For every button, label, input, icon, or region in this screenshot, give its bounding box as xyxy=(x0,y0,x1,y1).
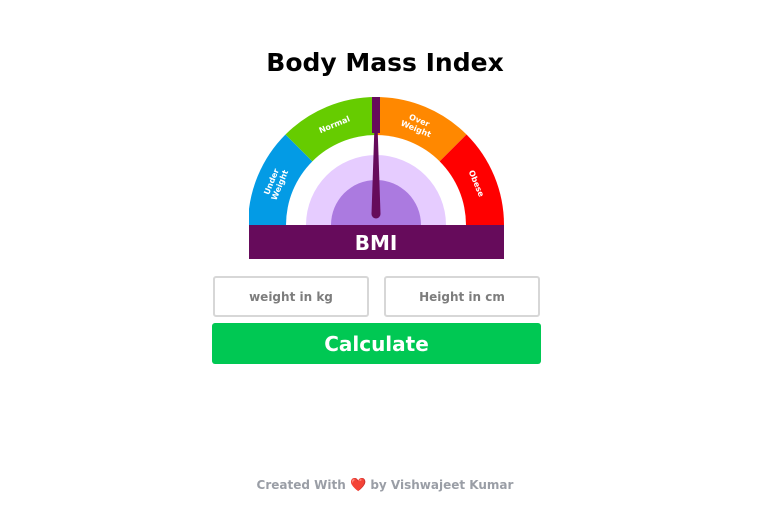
footer-credit: Created With ❤️ by Vishwajeet Kumar xyxy=(0,478,770,493)
page-title: Body Mass Index xyxy=(266,48,504,77)
heart-icon: ❤️ xyxy=(349,478,367,493)
gauge-marker xyxy=(372,97,380,133)
gauge-graphic: UnderWeightNormal OverWeightObese BMI xyxy=(249,97,504,259)
calculate-button[interactable]: Calculate xyxy=(212,323,541,364)
bmi-gauge: UnderWeight Normal OverWeight Obese BMI xyxy=(249,97,504,259)
footer-author: by Vishwajeet Kumar xyxy=(370,478,514,492)
input-row xyxy=(213,276,541,317)
bmi-label: BMI xyxy=(355,231,398,255)
weight-input[interactable] xyxy=(213,276,369,317)
footer-prefix: Created With xyxy=(256,478,346,492)
height-input[interactable] xyxy=(384,276,540,317)
